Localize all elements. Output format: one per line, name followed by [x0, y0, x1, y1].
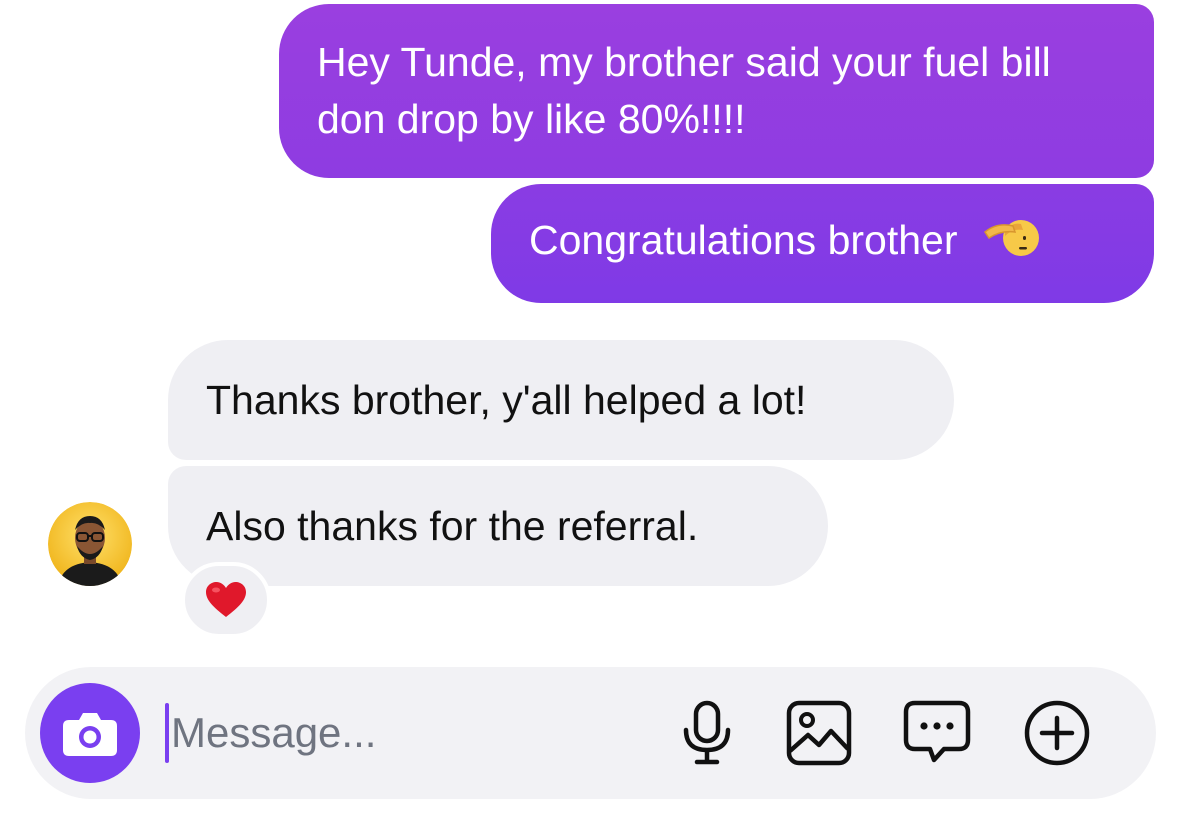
add-icon: [1024, 700, 1090, 766]
chat-bubble-icon: [903, 700, 971, 763]
gallery-icon: [786, 700, 852, 766]
voice-message-button[interactable]: [671, 697, 743, 769]
camera-button[interactable]: [40, 683, 140, 783]
more-options-button[interactable]: [1021, 697, 1093, 769]
message-composer: [25, 667, 1156, 799]
camera-icon: [63, 713, 117, 756]
contact-avatar[interactable]: [48, 502, 132, 586]
outgoing-message-bubble[interactable]: Congratulations brother: [491, 184, 1154, 303]
message-text: Thanks brother, y'all helped a lot!: [206, 377, 807, 423]
chat-screen: Hey Tunde, my brother said your fuel bil…: [0, 0, 1179, 823]
microphone-icon: [683, 700, 731, 765]
avatar-image: [48, 502, 132, 586]
incoming-message-bubble[interactable]: Thanks brother, y'all helped a lot!: [168, 340, 954, 460]
message-reaction[interactable]: [181, 562, 271, 638]
sticker-button[interactable]: [901, 697, 973, 769]
outgoing-message-bubble[interactable]: Hey Tunde, my brother said your fuel bil…: [279, 4, 1154, 178]
message-input[interactable]: [171, 700, 571, 766]
gallery-button[interactable]: [783, 697, 855, 769]
saluting-face-icon: [983, 220, 1039, 256]
message-text: Hey Tunde, my brother said your fuel bil…: [317, 39, 1051, 142]
red-heart-icon: [206, 582, 246, 617]
message-text: Also thanks for the referral.: [206, 503, 699, 549]
text-cursor: [165, 703, 169, 763]
incoming-message-bubble[interactable]: Also thanks for the referral.: [168, 466, 828, 586]
message-text: Congratulations brother: [529, 217, 958, 263]
